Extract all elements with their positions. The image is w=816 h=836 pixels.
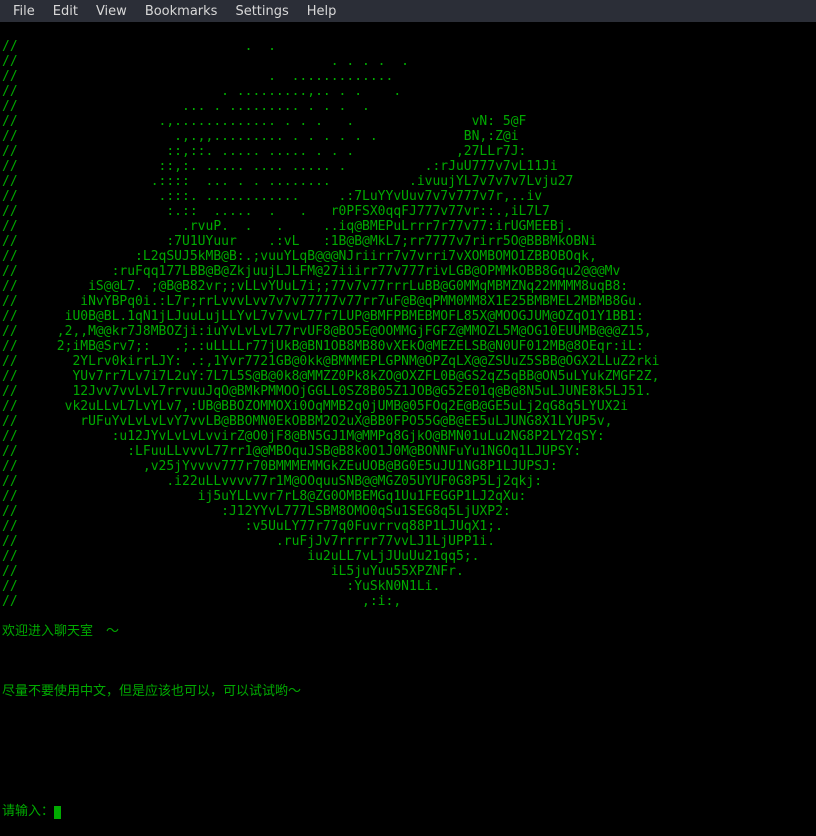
blank-line	[2, 714, 814, 729]
menu-bookmarks[interactable]: Bookmarks	[136, 0, 227, 22]
prompt-label: 请输入：	[2, 804, 54, 819]
blank-line	[2, 774, 814, 789]
blank-line	[2, 654, 814, 669]
menu-file[interactable]: File	[4, 0, 44, 22]
welcome-message: 欢迎进入聊天室 ～	[2, 624, 814, 639]
menu-view[interactable]: View	[87, 0, 136, 22]
terminal-output[interactable]: // . . // . . . . . //	[0, 22, 816, 836]
input-prompt-line[interactable]: 请输入：	[2, 804, 814, 819]
text-cursor	[54, 806, 61, 819]
menubar: File Edit View Bookmarks Settings Help	[0, 0, 816, 22]
menu-edit[interactable]: Edit	[44, 0, 87, 22]
ascii-art-block: // . . // . . . . . //	[2, 39, 814, 609]
blank-line	[2, 744, 814, 759]
menu-help[interactable]: Help	[298, 0, 346, 22]
notice-message: 尽量不要使用中文，但是应该也可以，可以试试哟～	[2, 684, 814, 699]
menu-settings[interactable]: Settings	[226, 0, 297, 22]
